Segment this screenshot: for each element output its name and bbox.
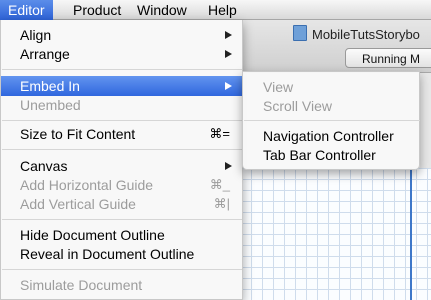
window-title: MobileTutsStorybo	[293, 25, 420, 42]
menu-item-label: Hide Document Outline	[20, 227, 165, 243]
menu-item-label: Arrange	[20, 46, 70, 62]
editor-menu: Align Arrange Embed In Unembed Size to F…	[0, 20, 243, 300]
submenu-arrow-icon	[225, 162, 232, 170]
menu-item-label: Align	[20, 27, 52, 43]
menu-item-simulate-document: Simulate Document	[1, 275, 242, 295]
menu-item-align[interactable]: Align	[1, 25, 242, 45]
submenu-item-navigation-controller[interactable]: Navigation Controller	[243, 126, 419, 146]
menu-item-embed-in[interactable]: Embed In	[1, 76, 242, 96]
shortcut-label: ⌘=	[209, 126, 230, 141]
menu-item-label: Tab Bar Controller	[263, 147, 376, 163]
run-status-indicator: Running M	[345, 48, 431, 68]
submenu-arrow-icon	[225, 31, 232, 39]
menu-item-arrange[interactable]: Arrange	[1, 44, 242, 64]
submenu-item-tab-bar-controller[interactable]: Tab Bar Controller	[243, 145, 419, 165]
menu-item-label: Add Horizontal Guide	[20, 177, 154, 193]
menu-item-label: Size to Fit Content	[20, 126, 136, 142]
menu-separator	[2, 69, 242, 70]
menu-item-hide-document-outline[interactable]: Hide Document Outline	[1, 225, 242, 245]
menu-help[interactable]: Help	[200, 0, 245, 20]
menu-item-label: Simulate Document	[20, 277, 143, 293]
embed-in-submenu: View Scroll View Navigation Controller T…	[242, 71, 420, 170]
window-title-text: MobileTutsStorybo	[312, 27, 420, 42]
menu-bar: Editor Product Window Help	[0, 0, 431, 20]
menu-item-label: Navigation Controller	[263, 128, 394, 144]
menu-separator	[2, 120, 242, 121]
canvas-scene-edge	[410, 168, 412, 300]
menu-item-label: Add Vertical Guide	[20, 196, 136, 212]
menu-window[interactable]: Window	[129, 0, 195, 20]
menu-item-reveal-in-document-outline[interactable]: Reveal in Document Outline	[1, 244, 242, 264]
menu-separator	[2, 219, 242, 220]
menu-item-label: Scroll View	[263, 98, 332, 114]
submenu-item-view: View	[243, 77, 419, 97]
shortcut-label: ⌘_	[209, 177, 230, 192]
menu-separator	[2, 149, 242, 150]
menu-item-unembed: Unembed	[1, 95, 242, 115]
menu-item-canvas[interactable]: Canvas	[1, 156, 242, 176]
submenu-item-scroll-view: Scroll View	[243, 96, 419, 116]
menu-item-add-vertical-guide: Add Vertical Guide ⌘|	[1, 194, 242, 214]
storyboard-canvas[interactable]	[240, 168, 431, 300]
menu-editor[interactable]: Editor	[0, 0, 53, 20]
menu-item-label: View	[263, 79, 294, 95]
shortcut-label: ⌘|	[213, 196, 230, 211]
menu-item-add-horizontal-guide: Add Horizontal Guide ⌘_	[1, 175, 242, 195]
menu-item-label: Canvas	[20, 158, 68, 174]
menu-item-size-to-fit-content[interactable]: Size to Fit Content ⌘=	[1, 124, 242, 144]
menu-item-label: Unembed	[20, 97, 81, 113]
document-icon	[293, 25, 307, 41]
menu-separator	[244, 120, 420, 121]
menu-product[interactable]: Product	[65, 0, 129, 20]
submenu-arrow-icon	[225, 50, 232, 58]
menu-separator	[2, 269, 242, 270]
menu-item-label: Embed In	[20, 78, 80, 94]
menu-item-label: Reveal in Document Outline	[20, 246, 195, 262]
submenu-arrow-icon	[225, 82, 232, 90]
